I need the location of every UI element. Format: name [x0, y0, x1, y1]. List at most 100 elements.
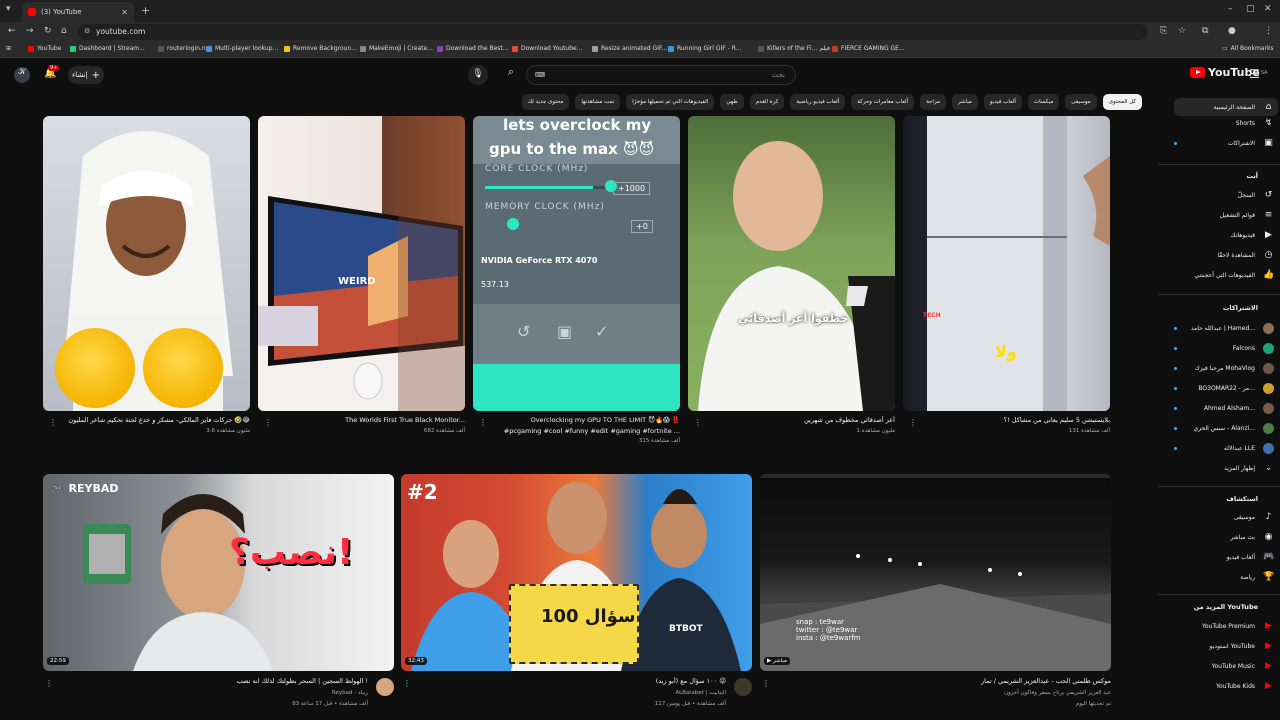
- bookmark-item[interactable]: Running Girl GIF - R...: [668, 45, 741, 52]
- video-title[interactable]: حركات فايز المالكي- مشكر و خدع لجنة تحكي…: [57, 416, 250, 424]
- section-you-header[interactable]: أنت: [1246, 172, 1258, 180]
- bookmark-item[interactable]: Download the Best...: [437, 45, 509, 52]
- forward-icon[interactable]: →: [26, 26, 34, 36]
- filter-chip[interactable]: تمت مشاهدتها: [575, 94, 621, 110]
- video-thumbnail[interactable]: TECH ولا: [903, 116, 1110, 411]
- filter-chip[interactable]: محتوى جديد لك: [521, 94, 570, 110]
- video-thumbnail[interactable]: #2 100 سؤال BTBOT 32:43: [401, 474, 752, 671]
- close-window-icon[interactable]: ✕: [1264, 4, 1272, 14]
- filter-chip[interactable]: الفيديوهات التي تم تحميلها مؤخرًا: [626, 94, 715, 110]
- video-thumbnail[interactable]: [43, 116, 250, 411]
- tab-search-icon[interactable]: ▾: [6, 4, 11, 14]
- video-menu-icon[interactable]: ⋮: [762, 679, 770, 688]
- video-menu-icon[interactable]: ⋮: [49, 418, 57, 427]
- memory-clock-slider[interactable]: [507, 218, 519, 230]
- url-field[interactable]: ⚙ youtube.com: [78, 24, 1148, 40]
- video-thumbnail[interactable]: lets overclock my gpu to the max 😈😈 CORE…: [473, 116, 680, 411]
- minimize-icon[interactable]: –: [1228, 4, 1233, 14]
- video-title-line2[interactable]: #pcgaming #cool #funny #edit #gaming #fo…: [487, 427, 680, 435]
- sidebar-item[interactable]: قوائم التشغيل ≡: [1220, 210, 1274, 220]
- create-button[interactable]: إنشاء +: [68, 66, 104, 84]
- filter-chip[interactable]: موسيقى: [1065, 94, 1097, 110]
- voice-search-button[interactable]: 🎙: [468, 65, 488, 85]
- sidebar-item[interactable]: YouTube Music ▶: [1212, 661, 1274, 671]
- filter-chip[interactable]: كرة القدم: [749, 94, 785, 110]
- sidebar-item[interactable]: YouTube Premium ▶: [1202, 621, 1274, 631]
- video-title[interactable]: الهولط السجين | السحر بطولتك لذلك انه نص…: [57, 677, 368, 685]
- account-avatar[interactable]: 𝒦: [14, 67, 30, 83]
- bookmark-item[interactable]: Multi-player lookup...: [206, 45, 278, 52]
- video-thumbnail[interactable]: WEIRD: [258, 116, 465, 411]
- video-title[interactable]: Overclocking my GPU TO THE LIMIT 😈🔥😱 ‼️: [487, 416, 680, 424]
- bookmark-item[interactable]: Dashboard | Stream...: [70, 45, 145, 52]
- sidebar-item[interactable]: بث مباشر ◉: [1230, 532, 1274, 542]
- bookmark-item[interactable]: Remove Backgroun...: [284, 45, 357, 52]
- video-menu-icon[interactable]: ⋮: [403, 679, 411, 688]
- extensions-icon[interactable]: ⧉: [1202, 26, 1208, 36]
- filter-chip[interactable]: ميكسات: [1027, 94, 1060, 110]
- video-title[interactable]: موكس ظلمتي الحب - عبدالعزيز الشريمي / تم…: [774, 677, 1111, 685]
- sidebar-item[interactable]: المشاهدة لاحقًا ◷: [1217, 250, 1274, 260]
- video-menu-icon[interactable]: ⋮: [909, 418, 917, 427]
- sidebar-item[interactable]: مرحبا فيزك MohaVlog: [1195, 363, 1274, 374]
- tab-youtube[interactable]: (3) YouTube ✕: [22, 2, 134, 22]
- all-bookmarks[interactable]: ▭ All Bookmarks: [1222, 45, 1274, 52]
- sidebar-item[interactable]: Ahmed Alsham...: [1204, 403, 1274, 414]
- sidebar-item[interactable]: ألعاب فيديو 🎮: [1227, 552, 1275, 562]
- sidebar-item[interactable]: Falcons: [1233, 343, 1274, 354]
- video-menu-icon[interactable]: ⋮: [45, 679, 53, 688]
- reload-icon[interactable]: ↻: [44, 26, 52, 36]
- filter-chip[interactable]: ألعاب مغامرات وحركة: [851, 94, 915, 110]
- show-more-button[interactable]: إظهار المزيد ⌄: [1224, 463, 1274, 473]
- bookmark-item[interactable]: YouTube: [28, 45, 61, 52]
- sidebar-item[interactable]: الصفحة الرئيسية ⌂: [1173, 98, 1278, 116]
- filter-chip[interactable]: مزاحة: [920, 94, 946, 110]
- sidebar-item[interactable]: YouTube Kids ▶: [1216, 681, 1274, 691]
- video-menu-icon[interactable]: ⋮: [694, 418, 702, 427]
- bookmark-item[interactable]: Resize animated GIF...: [592, 45, 667, 52]
- filter-chip[interactable]: ألعاب فيديو: [983, 94, 1022, 110]
- keyboard-icon[interactable]: ⌨: [535, 71, 545, 79]
- bookmark-item[interactable]: Download Youtube...: [512, 45, 582, 52]
- sidebar-item[interactable]: سبس الخزي - Alanzi...: [1193, 423, 1274, 434]
- notifications-button[interactable]: 🔔 9+: [44, 65, 60, 79]
- install-icon[interactable]: ⎘: [1160, 26, 1167, 36]
- bookmark-item[interactable]: FIERCE GAMING GE...: [832, 45, 905, 52]
- video-title[interactable]: The Worlds First True Black Monitor...: [272, 416, 465, 424]
- video-thumbnail[interactable]: 🎮 REYBAD نصب؟! 22:59: [43, 474, 394, 671]
- new-tab-icon[interactable]: +: [141, 4, 150, 17]
- bookmark-star-icon[interactable]: ☆: [1178, 26, 1186, 36]
- search-button[interactable]: ⌕: [500, 65, 522, 85]
- video-title[interactable]: أعز أصدقائي مخطوف من شهرين: [702, 416, 895, 424]
- video-menu-icon[interactable]: ⋮: [264, 418, 272, 427]
- filter-chip[interactable]: مباشر: [951, 94, 978, 110]
- video-title[interactable]: بلايستيشن 5 سليم يعاني من مشاكل !؟: [917, 416, 1110, 424]
- filter-chip[interactable]: كل المحتوى: [1102, 94, 1142, 110]
- browser-menu-icon[interactable]: ⋮: [1264, 26, 1273, 36]
- filter-chip[interactable]: طهي: [720, 94, 744, 110]
- home-browser-icon[interactable]: ⌂: [61, 26, 67, 36]
- sidebar-item[interactable]: السجلّ ↺: [1238, 190, 1274, 200]
- site-info-icon[interactable]: ⚙: [84, 27, 90, 35]
- video-thumbnail[interactable]: خطفوا أعز أصدقائي: [688, 116, 895, 411]
- maximize-icon[interactable]: ▢: [1246, 4, 1255, 14]
- apps-icon[interactable]: ⊞: [6, 45, 11, 52]
- sidebar-item[interactable]: رياضة 🏆: [1240, 572, 1274, 582]
- sidebar-item[interactable]: الاشتراكات ▣: [1228, 138, 1274, 148]
- channel-name[interactable]: ALBatabet | البتابيت: [415, 690, 726, 696]
- sidebar-item[interactable]: BO3OMAR22 - مر...: [1198, 383, 1274, 394]
- sidebar-item[interactable]: فيديوهاتك ▶: [1231, 230, 1274, 240]
- sidebar-item[interactable]: استوديو YouTube ▶: [1210, 641, 1274, 651]
- sidebar-item[interactable]: الفيديوهات التي أعجبتني 👍: [1194, 270, 1274, 280]
- sidebar-item[interactable]: Shorts ↯: [1236, 118, 1274, 128]
- sidebar-item[interactable]: موسيقى ♪: [1234, 512, 1274, 522]
- back-icon[interactable]: ←: [8, 26, 16, 36]
- channel-avatar[interactable]: [376, 678, 394, 696]
- search-input[interactable]: ⌨ بحث: [526, 65, 796, 85]
- section-subscriptions-header[interactable]: الاشتراكات: [1223, 304, 1258, 312]
- bookmark-item[interactable]: routerlogin.net: [158, 45, 212, 52]
- bookmark-item[interactable]: Killers of the Fl... فيلم: [758, 45, 830, 52]
- channel-avatar[interactable]: [734, 678, 752, 696]
- sidebar-item[interactable]: عبدالاله LLE: [1224, 443, 1274, 454]
- video-title[interactable]: ١٠٠ سؤال مع (أبو زيد) 😜: [415, 677, 726, 685]
